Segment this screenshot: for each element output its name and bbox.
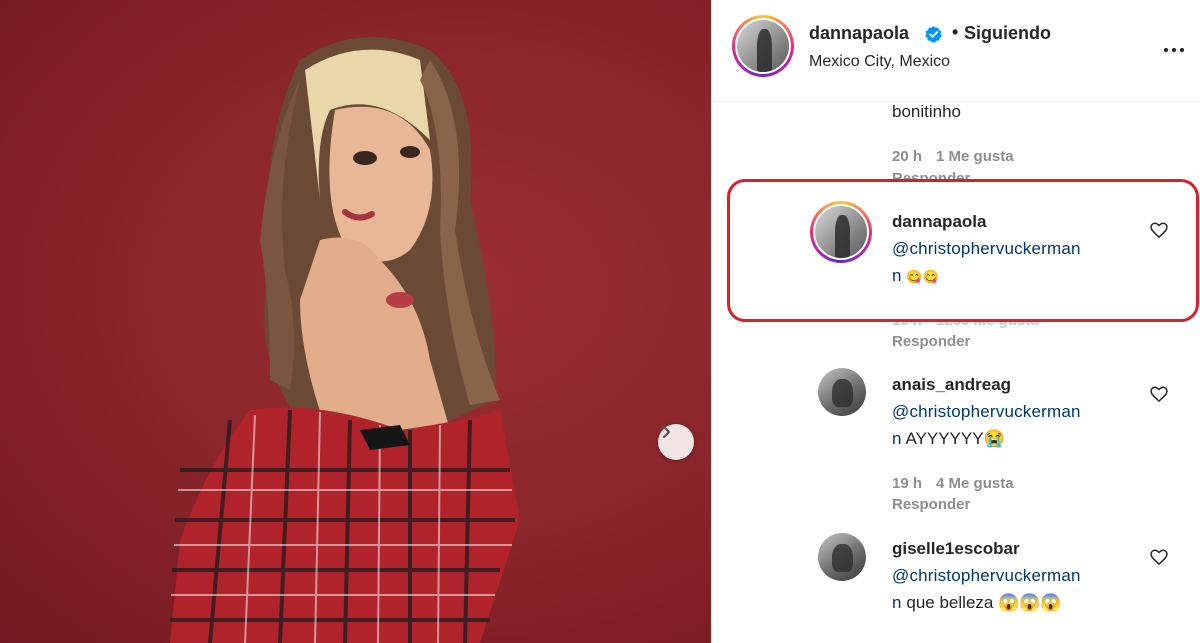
comment-mention-tail[interactable]: n — [892, 429, 902, 448]
reply-button[interactable]: Responder — [892, 333, 970, 350]
commenter-avatar[interactable] — [818, 533, 866, 581]
author-username[interactable]: dannapaola — [809, 23, 909, 44]
post-header: dannapaola • Siguiendo Mexico City, Mexi… — [712, 0, 1200, 102]
comment-text: n que belleza 😱😱😱 — [892, 593, 1062, 613]
comment-body: 😋😋 — [906, 269, 939, 284]
post-photo-illustration — [170, 37, 520, 643]
post-photo — [0, 0, 711, 643]
commenter-avatar[interactable] — [818, 368, 866, 416]
comment-likes[interactable]: 1 Me gusta — [936, 148, 1014, 165]
author-avatar[interactable] — [732, 15, 794, 77]
comment-mention[interactable]: @christophervuckerman — [892, 566, 1081, 586]
comment-body: que belleza 😱😱😱 — [906, 593, 1062, 612]
comment-meta: 20 h 1 Me gusta — [892, 148, 1014, 165]
following-button[interactable]: Siguiendo — [964, 23, 1051, 44]
reply-button[interactable]: Responder — [892, 496, 970, 513]
comment-text: n AYYYYYY😭 — [892, 429, 1005, 449]
heart-outline-icon[interactable] — [1149, 384, 1169, 404]
chevron-right-icon — [662, 425, 671, 439]
comment-username[interactable]: giselle1escobar — [892, 539, 1020, 559]
comment-text: bonitinho — [892, 102, 962, 121]
comment-meta: 19 h 4 Me gusta — [892, 475, 1014, 492]
heart-outline-icon[interactable] — [1149, 547, 1169, 567]
comment-likes[interactable]: 4 Me gusta — [936, 475, 1014, 492]
comment-time[interactable]: 19 h — [892, 475, 922, 492]
comment-mention[interactable]: @christophervuckerman — [892, 239, 1081, 259]
comment-mention-tail[interactable]: n — [892, 593, 902, 612]
comment-username[interactable]: dannapaola — [892, 212, 986, 232]
comment-text: n 😋😋 — [892, 266, 939, 286]
commenter-avatar[interactable] — [810, 201, 872, 263]
post-location[interactable]: Mexico City, Mexico — [809, 53, 950, 71]
heart-outline-icon[interactable] — [1149, 220, 1169, 240]
comment-mention-tail[interactable]: n — [892, 266, 902, 285]
comment-username[interactable]: anais_andreag — [892, 375, 1011, 395]
highlighted-comment: dannapaola @christophervuckerman n 😋😋 — [727, 179, 1199, 322]
separator-dot: • — [952, 22, 959, 42]
comment-mention[interactable]: @christophervuckerman — [892, 402, 1081, 422]
comment-time[interactable]: 20 h — [892, 148, 922, 165]
verified-badge-icon — [925, 25, 942, 43]
more-options-icon[interactable] — [1162, 38, 1186, 62]
next-photo-button[interactable] — [658, 424, 694, 460]
comment-body: AYYYYYY😭 — [905, 429, 1005, 448]
